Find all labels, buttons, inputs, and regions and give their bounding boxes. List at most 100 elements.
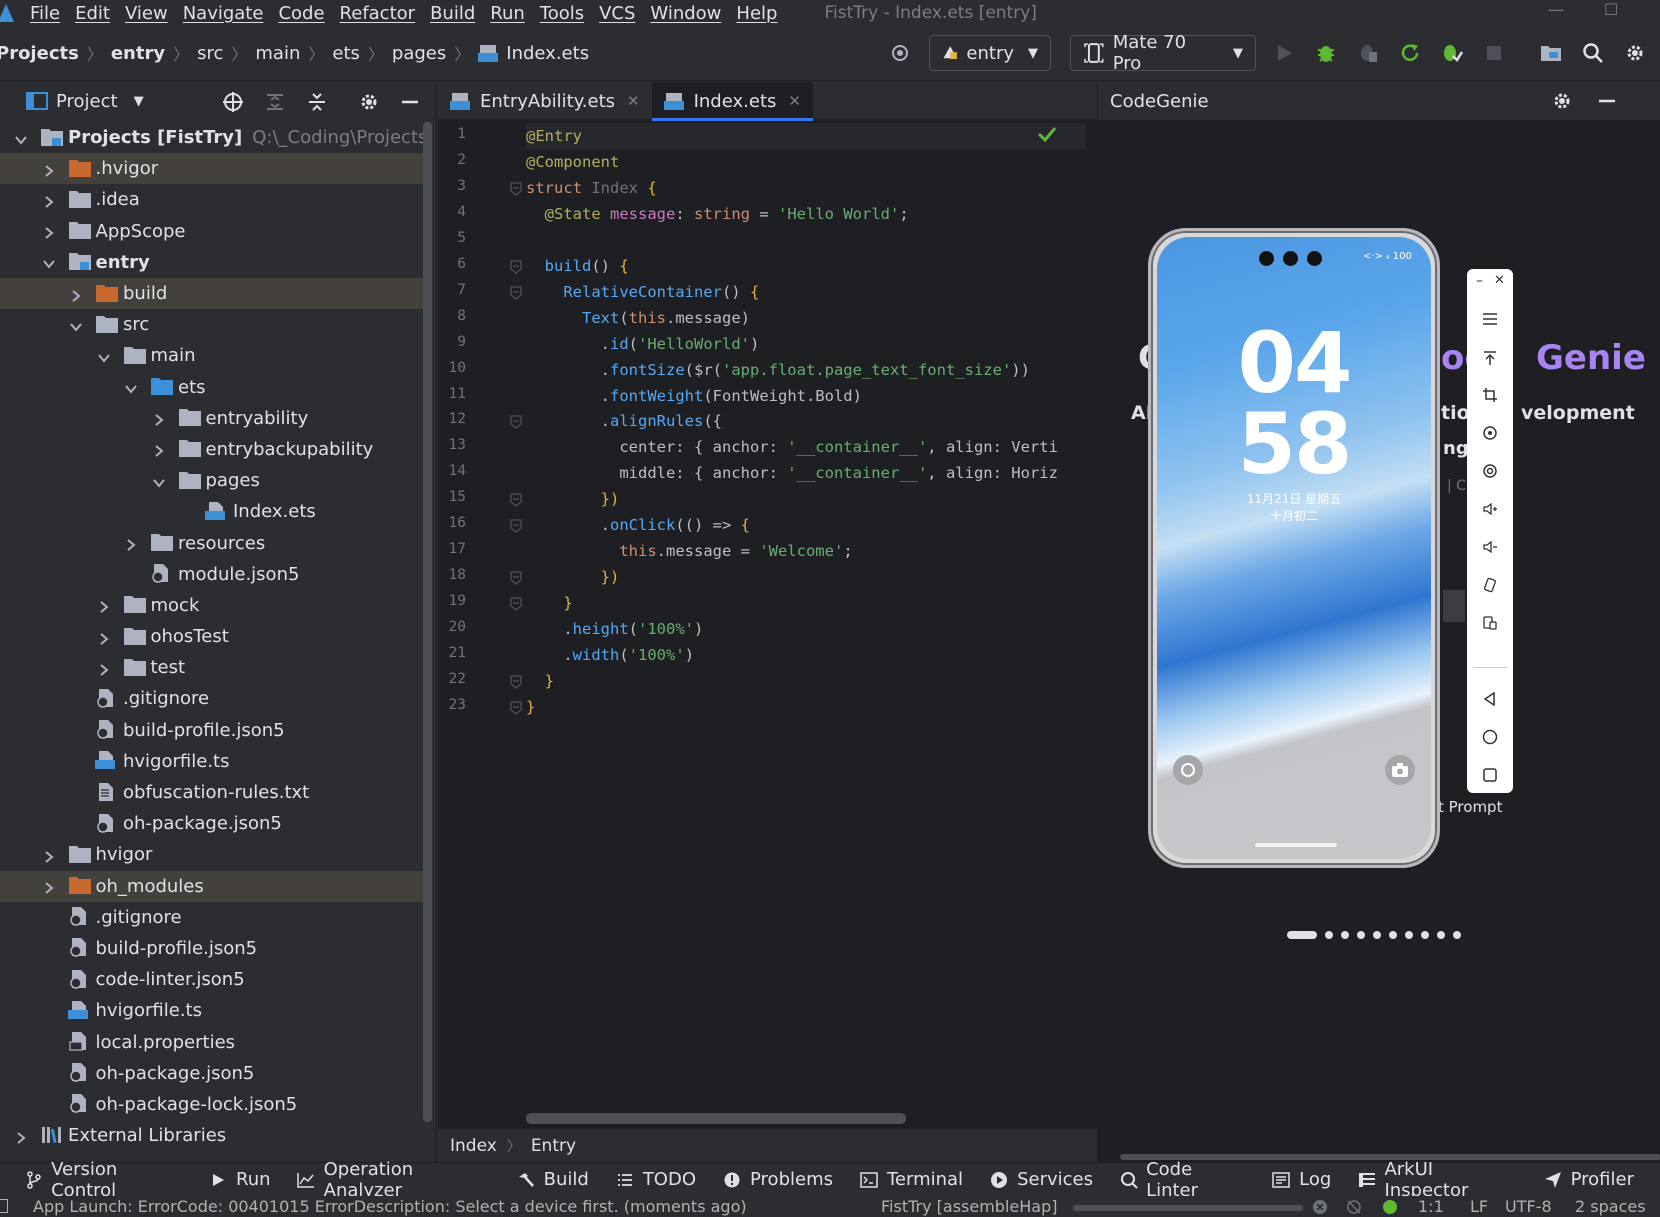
debug-icon[interactable] [1313,40,1339,66]
menu-vcs[interactable]: VCS [599,3,635,24]
tree-item[interactable]: local.properties [0,1026,424,1057]
code-line[interactable]: } [526,668,554,695]
tree-item[interactable]: build [0,277,424,310]
chevron-right-icon[interactable] [42,848,56,863]
editor-breadcrumb-entry[interactable]: Entry [531,1136,576,1156]
fold-marker-icon[interactable] [510,259,522,274]
tree-item[interactable]: Projects [FistTry] Q:\_Coding\Projects [0,122,427,153]
services-button[interactable]: Services [989,1169,1093,1190]
tree-item[interactable]: src [0,309,424,340]
menu-window[interactable]: Window [650,3,721,24]
menu-icon[interactable] [1478,307,1502,331]
crop-icon[interactable] [1478,383,1502,407]
run-tool-button[interactable]: Run [208,1169,271,1190]
code-line[interactable]: RelativeContainer() { [526,279,759,306]
close-icon[interactable]: ✕ [788,92,801,110]
code-line[interactable]: .height('100%') [526,616,703,643]
menu-view[interactable]: View [125,3,168,24]
device-select[interactable]: Mate 70 Pro ▼ [1070,32,1256,74]
minimize-icon[interactable]: – [1476,273,1483,289]
code-linter-button[interactable]: Code Linter [1119,1159,1245,1201]
pager-dot[interactable] [1437,931,1445,939]
indent-setting[interactable]: 2 spaces [1575,1197,1646,1216]
version-control-button[interactable]: Version Control [24,1159,182,1201]
tree-item[interactable]: External Libraries [0,1120,424,1151]
module-select[interactable]: entry ▼ [929,35,1051,71]
rotate-icon[interactable] [1478,421,1502,445]
pager-dot[interactable] [1389,931,1397,939]
tree-item[interactable]: entry [0,247,424,278]
chevron-right-icon[interactable] [14,1129,28,1144]
settings-icon[interactable] [1622,40,1648,66]
file-encoding[interactable]: UTF-8 [1505,1197,1552,1216]
volume-down-icon[interactable] [1478,535,1502,559]
arkui-inspector-button[interactable]: ArkUI Inspector [1357,1159,1516,1201]
tree-item[interactable]: oh-package.json5 [0,808,424,839]
rotate-device-icon[interactable] [1478,573,1502,597]
breadcrumb-entry[interactable]: entry [111,43,165,64]
chevron-down-icon[interactable] [152,474,166,488]
menu-file[interactable]: File [30,3,60,24]
volume-up-icon[interactable] [1478,497,1502,521]
breadcrumb-src[interactable]: src [197,43,223,64]
menu-help[interactable]: Help [736,3,777,24]
code-line[interactable]: .width('100%') [526,642,694,669]
chevron-down-icon[interactable] [69,318,83,332]
code-line[interactable]: @Entry [526,123,1086,151]
recents-icon[interactable] [1478,763,1502,787]
tree-item[interactable]: module.json5 [0,559,424,590]
tree-item[interactable]: test [0,652,424,683]
run-icon[interactable] [1271,40,1297,66]
code-line[interactable]: } [526,694,535,721]
chevron-right-icon[interactable] [42,224,56,239]
code-line[interactable]: .onClick(() => { [526,512,750,539]
apply-changes-icon[interactable] [1439,40,1465,66]
hide-panel-icon[interactable] [1596,90,1618,117]
pager-dot[interactable] [1287,931,1317,939]
fold-marker-icon[interactable] [510,518,522,534]
minimize-icon[interactable]: — [1548,0,1564,19]
tree-item[interactable]: hvigor [0,839,424,870]
tree-item[interactable]: pages [0,465,424,496]
build-tool-button[interactable]: Build [516,1169,589,1190]
fold-marker-icon[interactable] [510,492,522,508]
locate-icon[interactable] [221,90,245,114]
status-ok-icon[interactable] [1383,1200,1397,1214]
pager-dot[interactable] [1453,931,1461,939]
profiler-button[interactable]: Profiler [1543,1169,1634,1190]
home-icon[interactable] [1478,725,1502,749]
tree-item[interactable]: build-profile.json5 [0,715,424,746]
terminal-button[interactable]: Terminal [859,1169,963,1190]
chevron-down-icon[interactable]: ▼ [134,94,144,109]
code-area[interactable]: @Entry @Component struct Index { @State me… [526,120,1086,1110]
tree-item[interactable]: resources [0,527,424,558]
tree-item[interactable]: entrybackupability [0,434,424,465]
chevron-right-icon[interactable] [152,411,166,427]
tree-item[interactable]: AppScope [0,216,424,247]
code-line[interactable]: build() { [526,253,629,280]
tree-item[interactable]: .gitignore [0,683,424,714]
lock-screen-circle-button[interactable] [1173,755,1203,785]
breadcrumb-index-ets[interactable]: Index.ets [506,43,589,64]
tree-item[interactable]: .hvigor [0,153,424,185]
menu-edit[interactable]: Edit [75,3,110,24]
fold-marker-icon[interactable] [510,181,522,196]
menu-run[interactable]: Run [490,3,525,24]
chevron-down-icon[interactable] [14,131,28,145]
pager-dot[interactable] [1341,931,1349,939]
gear-icon[interactable] [357,90,381,114]
status-message[interactable]: App Launch: ErrorCode: 00401015 ErrorDes… [33,1197,747,1216]
editor-breadcrumb-index[interactable]: Index [450,1136,497,1156]
menu-navigate[interactable]: Navigate [183,3,264,24]
code-line[interactable]: } [526,590,572,617]
tree-item[interactable]: Index.ets [0,496,424,527]
line-separator[interactable]: LF [1470,1197,1488,1216]
code-line[interactable]: Text(this.message) [526,305,750,332]
cancel-task-icon[interactable] [1312,1199,1328,1217]
breadcrumb-main[interactable]: main [255,43,300,64]
fold-marker-icon[interactable] [510,596,522,611]
tree-item[interactable]: oh-package-lock.json5 [0,1089,424,1120]
chevron-right-icon[interactable] [152,442,166,458]
code-line[interactable]: @Component [526,149,619,176]
pager-dot[interactable] [1357,931,1365,939]
